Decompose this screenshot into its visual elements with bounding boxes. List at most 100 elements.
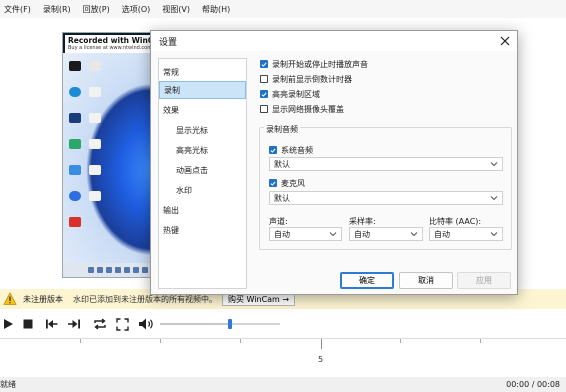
nav-item-general[interactable]: 常规 xyxy=(159,63,246,81)
timeline[interactable]: 5 xyxy=(0,338,566,374)
bitrate-value: 自动 xyxy=(434,229,450,239)
nav-item-show-cursor[interactable]: 显示光标 xyxy=(159,121,246,139)
desktop-file-icon xyxy=(89,113,101,123)
nav-item-watermark[interactable]: 水印 xyxy=(159,181,246,199)
channels-value: 自动 xyxy=(274,229,290,239)
bitrate-label: 比特率 (AAC): xyxy=(429,217,482,226)
record-audio-title: 录制音频 xyxy=(264,124,300,135)
system-audio-device-value: 默认 xyxy=(274,159,290,169)
samplerate-select[interactable]: 自动 xyxy=(349,227,423,241)
nav-item-highlight-cursor[interactable]: 高亮光标 xyxy=(159,141,246,159)
volume-button[interactable] xyxy=(138,316,154,332)
dialog-close-button[interactable] xyxy=(497,33,513,49)
desktop-app-icon xyxy=(69,165,81,175)
desktop-file-icon xyxy=(89,139,101,149)
timeline-minor-tick xyxy=(160,339,161,343)
option-webcam-overlay-label: 显示网络摄像头覆盖 xyxy=(272,105,344,114)
desktop-app-icon xyxy=(69,139,81,149)
nav-item-output[interactable]: 输出 xyxy=(159,201,246,219)
dialog-titlebar: 设置 xyxy=(151,31,517,51)
checkbox-highlight-area[interactable] xyxy=(260,90,268,98)
menu-help[interactable]: 帮助(H) xyxy=(202,4,230,15)
option-countdown-label: 录制前显示倒数计时器 xyxy=(272,75,352,84)
stop-button[interactable] xyxy=(20,316,36,332)
menu-file[interactable]: 文件(F) xyxy=(4,4,31,15)
skip-end-button[interactable] xyxy=(66,316,82,332)
timeline-minor-tick xyxy=(480,339,481,343)
bitrate-select[interactable]: 自动 xyxy=(429,227,503,241)
checkmark-icon xyxy=(270,181,276,186)
checkbox-microphone[interactable] xyxy=(269,179,277,187)
samplerate-value: 自动 xyxy=(354,229,370,239)
menu-record[interactable]: 录制(R) xyxy=(43,4,71,15)
timeline-minor-tick xyxy=(240,339,241,343)
option-highlight-area-label: 高亮录制区域 xyxy=(272,90,320,99)
chevron-down-icon xyxy=(490,196,498,201)
desktop-file-icon xyxy=(89,191,101,201)
play-button[interactable] xyxy=(0,316,16,332)
desktop-app-icon xyxy=(89,61,101,71)
timeline-tick-label: 5 xyxy=(318,355,324,364)
checkmark-icon xyxy=(270,148,276,153)
playback-controls xyxy=(0,314,566,334)
skip-to-start-icon xyxy=(46,319,58,329)
chevron-down-icon xyxy=(410,232,418,237)
menu-view[interactable]: 视图(V) xyxy=(162,4,190,15)
desktop-app-icon xyxy=(69,61,81,71)
timeline-minor-tick xyxy=(400,339,401,343)
option-play-sound-label: 录制开始或停止时播放声音 xyxy=(272,60,368,69)
loop-button[interactable] xyxy=(92,316,108,332)
desktop-app-icon xyxy=(69,113,81,123)
channels-select[interactable]: 自动 xyxy=(269,227,342,241)
speaker-icon xyxy=(139,318,153,330)
cancel-button[interactable]: 取消 xyxy=(399,272,453,289)
checkbox-play-sound[interactable] xyxy=(260,60,268,68)
settings-dialog: 设置 常规 录制 效果 显示光标 高亮光标 动画点击 水印 输出 热键 录制开始… xyxy=(150,30,518,295)
menu-options[interactable]: 选项(O) xyxy=(122,4,151,15)
checkmark-icon xyxy=(261,92,267,97)
system-audio-label: 系统音频 xyxy=(281,146,313,155)
checkbox-webcam-overlay[interactable] xyxy=(260,105,268,113)
banner-message: 水印已添加到未注册版本的所有视频中。 xyxy=(73,294,217,304)
dialog-title: 设置 xyxy=(159,38,178,48)
chevron-down-icon xyxy=(490,162,498,167)
menu-playback[interactable]: 回放(P) xyxy=(83,4,110,15)
nav-item-hotkeys[interactable]: 热键 xyxy=(159,221,246,239)
desktop-app-icon xyxy=(69,217,81,227)
checkbox-countdown[interactable] xyxy=(260,75,268,83)
desktop-file-icon xyxy=(89,87,101,97)
chevron-down-icon xyxy=(329,232,337,237)
nav-item-recording[interactable]: 录制 xyxy=(159,81,246,99)
checkbox-system-audio[interactable] xyxy=(269,146,277,154)
desktop-file-icon xyxy=(89,165,101,175)
nav-item-animate-clicks[interactable]: 动画点击 xyxy=(159,161,246,179)
channels-label: 声道: xyxy=(269,217,288,226)
volume-slider[interactable] xyxy=(160,319,280,329)
stop-icon xyxy=(23,319,33,329)
desktop-app-icon xyxy=(69,87,81,97)
chevron-down-icon xyxy=(490,232,498,237)
system-audio-device-select[interactable]: 默认 xyxy=(269,157,503,171)
fullscreen-icon xyxy=(115,317,129,331)
nav-item-effects[interactable]: 效果 xyxy=(159,101,246,119)
status-bar: 就绪 00:00 / 00:08 xyxy=(0,377,566,392)
microphone-label: 麦克风 xyxy=(281,179,305,188)
loop-icon xyxy=(94,318,106,330)
checkmark-icon xyxy=(261,62,267,67)
apply-button[interactable]: 应用 xyxy=(457,272,511,289)
menu-bar: 文件(F) 录制(R) 回放(P) 选项(O) 视图(V) 帮助(H) xyxy=(0,0,566,18)
close-icon xyxy=(500,36,510,46)
samplerate-label: 采样率: xyxy=(349,217,376,226)
microphone-device-select[interactable]: 默认 xyxy=(269,191,503,205)
fullscreen-button[interactable] xyxy=(114,316,130,332)
skip-start-button[interactable] xyxy=(44,316,60,332)
skip-to-end-icon xyxy=(68,319,80,329)
ok-button[interactable]: 确定 xyxy=(340,272,394,289)
play-icon xyxy=(4,319,13,329)
time-readout: 00:00 / 00:08 xyxy=(506,380,560,389)
warning-icon xyxy=(3,292,17,305)
microphone-device-value: 默认 xyxy=(274,193,290,203)
volume-slider-thumb[interactable] xyxy=(227,319,232,329)
timeline-major-tick xyxy=(321,339,322,349)
status-text: 就绪 xyxy=(0,380,16,389)
